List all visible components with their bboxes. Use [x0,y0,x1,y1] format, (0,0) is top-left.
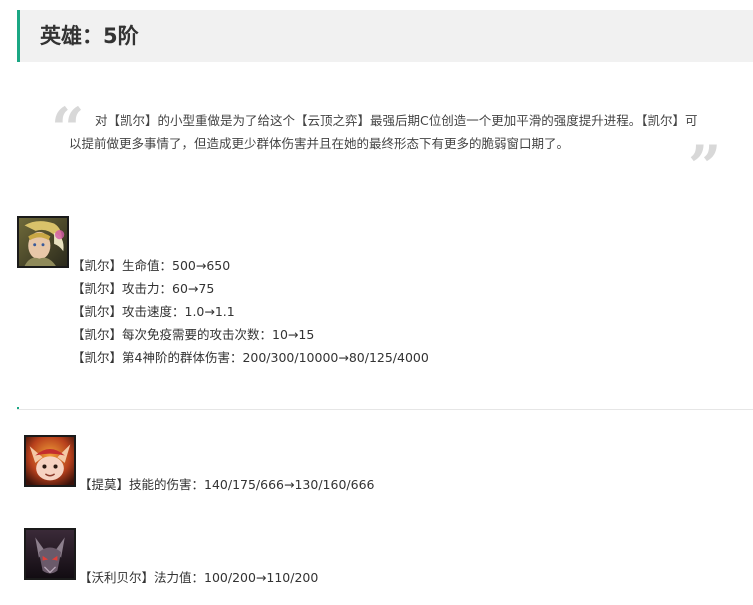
stat-line: 【凯尔】每次免疫需要的攻击次数：10→15 [72,327,315,342]
kayle-portrait-icon [17,216,69,268]
stat-line: 【凯尔】生命值：500→650 [72,258,231,273]
quote-text: 对【凯尔】的小型重做是为了给这个【云顶之弈】最强后期C位创造一个更加平滑的强度提… [69,113,698,151]
stat-line: 【沃利贝尔】法力值：100/200→110/200 [79,570,319,585]
quote-close-icon: ” [688,133,722,201]
velkoz-portrait-icon [24,528,76,580]
teemo-portrait-icon [24,435,76,487]
stat-line: 【凯尔】第4神阶的群体伤害：200/300/10000→80/125/4000 [72,350,429,365]
section-divider [17,409,753,410]
stat-line: 【提莫】技能的伤害：140/175/666→130/160/666 [79,477,375,492]
stat-line: 【凯尔】攻击力：60→75 [72,281,215,296]
stat-line: 【凯尔】攻击速度：1.0→1.1 [72,304,235,319]
section-title: 英雄：5阶 [40,24,139,48]
section-header: 英雄：5阶 [17,10,753,62]
